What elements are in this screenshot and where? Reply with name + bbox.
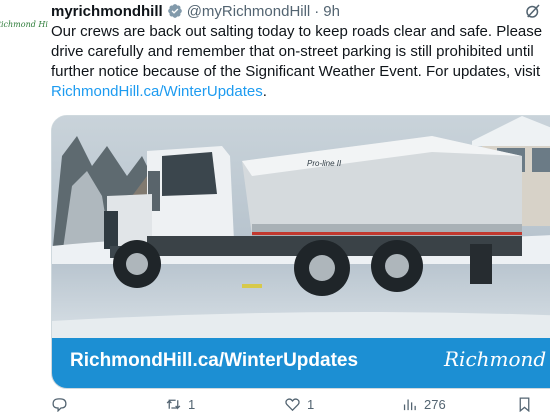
tweet-text-line: Our crews are back out salting today to …	[51, 23, 543, 40]
link-suffix: .	[262, 83, 267, 100]
display-name[interactable]: myrichmondhill	[51, 3, 163, 20]
tweet-text-line: further notice because of the Significan…	[51, 63, 541, 80]
banner-url-text: RichmondHill.ca/WinterUpdates	[70, 350, 359, 371]
avatar-logo-text: Richmond Hill	[0, 19, 48, 29]
tweet-header: myrichmondhill @myRichmondHill · 9h	[51, 0, 550, 22]
retweet-icon	[166, 399, 181, 410]
tweet[interactable]: Richmond Hill myrichmondhill @myRichmond…	[0, 0, 550, 412]
media-banner: RichmondHill.ca/WinterUpdates Richmond H…	[52, 338, 550, 388]
reply-button[interactable]	[51, 396, 74, 412]
tweet-text-line: drive carefully and remember that on-str…	[51, 43, 534, 60]
truck-model-label: Pro-line II	[307, 159, 342, 168]
tweet-actions: 1 1 276	[51, 396, 550, 412]
tweet-media-image[interactable]: Pro-line II RichmondHill.ca/WinterUpdate…	[51, 115, 550, 389]
richmond-hill-logo: Richmond Hill	[444, 347, 550, 371]
bookmark-button[interactable]	[516, 396, 533, 412]
handle[interactable]: @myRichmondHill	[187, 3, 311, 20]
views-button[interactable]: 276	[401, 396, 446, 412]
retweet-count: 1	[188, 397, 196, 412]
views-icon	[403, 399, 416, 411]
reply-icon	[52, 398, 67, 412]
separator-dot: ·	[314, 2, 320, 20]
avatar[interactable]: Richmond Hill	[0, 0, 48, 48]
views-count: 276	[424, 397, 446, 412]
like-icon	[285, 398, 300, 412]
tweet-text: Our crews are back out salting today to …	[51, 22, 550, 102]
retweet-button[interactable]: 1	[165, 396, 195, 412]
bookmark-icon	[519, 397, 530, 412]
like-button[interactable]: 1	[284, 396, 314, 412]
grok-icon[interactable]	[524, 2, 542, 20]
like-count: 1	[307, 397, 315, 412]
winter-updates-link[interactable]: RichmondHill.ca/WinterUpdates	[51, 83, 263, 100]
timestamp[interactable]: 9h	[323, 3, 340, 20]
salt-truck-photo: Pro-line II	[52, 116, 550, 338]
verified-icon	[167, 4, 182, 18]
